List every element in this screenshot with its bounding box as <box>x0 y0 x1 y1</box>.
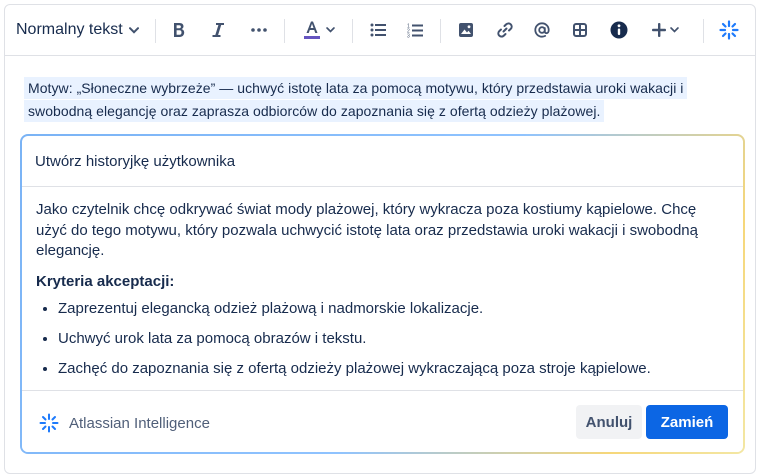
atlassian-intelligence-button[interactable] <box>713 14 745 46</box>
atlassian-intelligence-icon <box>719 20 739 40</box>
atlassian-intelligence-icon <box>39 413 59 433</box>
insert-menu-button[interactable] <box>645 14 685 46</box>
svg-text:3: 3 <box>407 33 410 38</box>
toolbar-divider <box>352 19 353 43</box>
chevron-down-icon <box>326 27 335 33</box>
text-style-label: Normalny tekst <box>16 21 123 38</box>
cancel-button[interactable]: Anuluj <box>576 405 642 439</box>
editor-toolbar: Normalny tekst 123 <box>5 5 755 56</box>
image-icon <box>459 23 473 37</box>
toolbar-divider <box>440 19 441 43</box>
acceptance-criteria-list: Zaprezentuj elegancką odzież plażową i n… <box>36 299 743 380</box>
text-color-icon <box>304 21 320 39</box>
ai-prompt-text: Utwórz historyjkę użytkownika <box>35 153 236 170</box>
bold-icon <box>174 23 185 37</box>
text-style-dropdown[interactable]: Normalny tekst <box>11 14 152 46</box>
table-icon <box>573 23 587 37</box>
link-icon <box>497 22 513 38</box>
info-icon <box>610 21 628 39</box>
numbered-list-icon: 123 <box>407 23 423 38</box>
more-formatting-button[interactable] <box>243 14 275 46</box>
italic-button[interactable] <box>202 14 234 46</box>
link-button[interactable] <box>489 14 521 46</box>
insert-plus-icon <box>651 23 666 37</box>
selected-motif-text[interactable]: Motyw: „Słoneczne wybrzeże” — uchwyć ist… <box>24 77 748 123</box>
chevron-down-icon <box>128 26 139 34</box>
list-item: Uchwyć urok lata za pomocą obrazów i tek… <box>58 329 743 350</box>
ai-panel: Utwórz historyjkę użytkownika Jako czyte… <box>22 136 743 452</box>
italic-icon <box>212 23 224 37</box>
bullet-list-button[interactable] <box>362 14 394 46</box>
mention-icon <box>534 22 550 38</box>
replace-button[interactable]: Zamień <box>646 405 728 439</box>
ai-brand-label: Atlassian Intelligence <box>69 414 210 432</box>
bullet-list-icon <box>370 23 386 37</box>
selection-highlight: Motyw: „Słoneczne wybrzeże” — uchwyć ist… <box>24 77 688 122</box>
ai-prompt-input[interactable]: Utwórz historyjkę użytkownika <box>22 136 743 187</box>
toolbar-divider <box>703 19 704 43</box>
image-button[interactable] <box>450 14 482 46</box>
info-panel-button[interactable] <box>603 14 635 46</box>
toolbar-divider <box>155 19 156 43</box>
acceptance-criteria-heading: Kryteria akceptacji: <box>36 272 175 290</box>
toolbar-divider <box>284 19 285 43</box>
user-story-text: Jako czytelnik chcę odkrywać świat mody … <box>36 201 698 259</box>
text-color-button[interactable] <box>298 14 340 46</box>
chevron-down-icon <box>669 27 679 33</box>
mention-button[interactable] <box>526 14 558 46</box>
ai-panel-footer: Atlassian Intelligence Anuluj Zamień <box>22 390 743 452</box>
list-item: Zachęć do zapoznania się z ofertą odzież… <box>58 359 743 380</box>
more-formatting-icon <box>251 28 267 32</box>
numbered-list-button[interactable]: 123 <box>399 14 431 46</box>
ai-brand: Atlassian Intelligence <box>39 413 210 433</box>
bold-button[interactable] <box>163 14 195 46</box>
ai-result: Jako czytelnik chcę odkrywać świat mody … <box>22 187 743 380</box>
list-item: Zaprezentuj elegancką odzież plażową i n… <box>58 299 743 320</box>
table-button[interactable] <box>564 14 596 46</box>
